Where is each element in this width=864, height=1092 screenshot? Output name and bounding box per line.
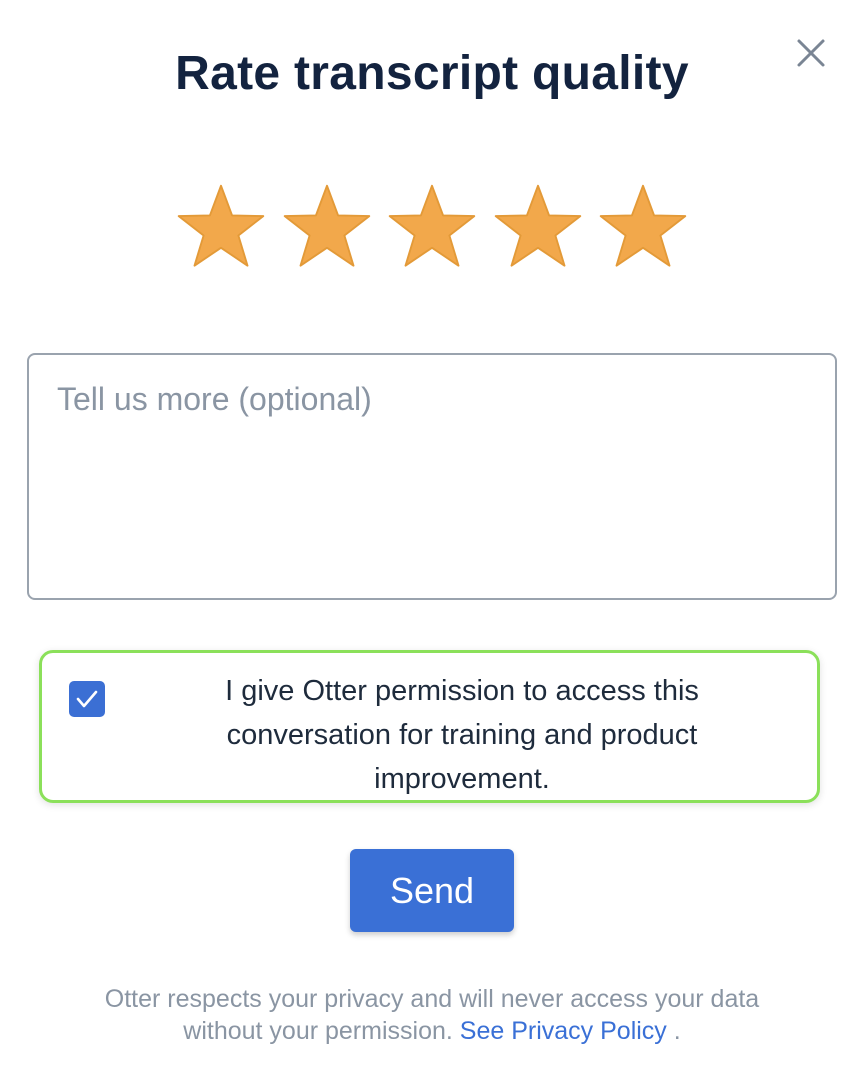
star-5[interactable] bbox=[596, 182, 690, 276]
consent-checkbox[interactable] bbox=[69, 681, 105, 717]
star-icon bbox=[177, 184, 265, 267]
star-icon bbox=[494, 184, 582, 267]
privacy-policy-link[interactable]: See Privacy Policy bbox=[460, 1017, 667, 1045]
star-icon bbox=[599, 184, 687, 267]
star-icon bbox=[283, 184, 371, 267]
feedback-textarea[interactable] bbox=[27, 353, 837, 600]
checkmark-icon bbox=[76, 690, 98, 708]
star-rating bbox=[0, 182, 864, 278]
consent-box: I give Otter permission to access this c… bbox=[39, 650, 820, 803]
star-2[interactable] bbox=[280, 182, 374, 276]
rating-dialog: Rate transcript quality I give Otter per… bbox=[0, 0, 864, 1092]
privacy-note: Otter respects your privacy and will nev… bbox=[104, 985, 760, 1045]
dialog-title: Rate transcript quality bbox=[175, 47, 689, 100]
star-3[interactable] bbox=[385, 182, 479, 276]
star-1[interactable] bbox=[174, 182, 268, 276]
star-icon bbox=[388, 184, 476, 267]
star-4[interactable] bbox=[491, 182, 585, 276]
consent-label: I give Otter permission to access this c… bbox=[225, 675, 699, 795]
send-button[interactable]: Send bbox=[350, 849, 514, 932]
